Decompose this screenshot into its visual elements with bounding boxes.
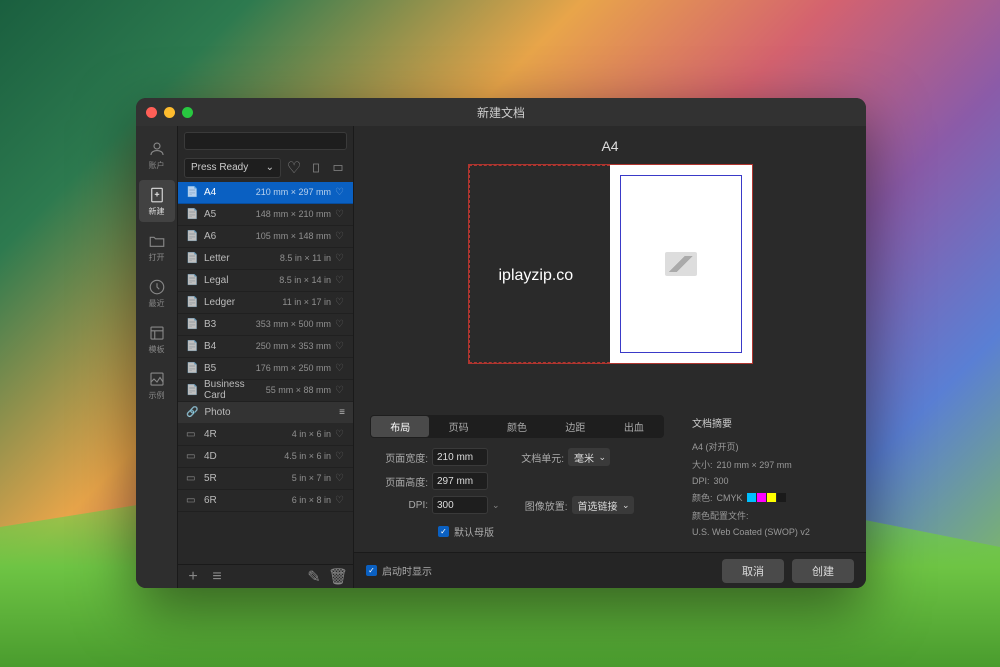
- add-preset-button[interactable]: +: [184, 568, 202, 586]
- preset-footer: + ≡ ✎ 🗑: [178, 564, 353, 588]
- preset-letter[interactable]: 📄Letter8.5 in × 11 in♡: [178, 248, 353, 270]
- main-area: A4 iplayzip.co 布局 页码 颜色 边距: [354, 126, 866, 588]
- landscape-orientation-button[interactable]: [329, 159, 347, 177]
- nav-account[interactable]: 账户: [139, 134, 175, 176]
- preset-menu-button[interactable]: ≡: [208, 568, 226, 586]
- dpi-input[interactable]: [432, 496, 488, 514]
- placement-select[interactable]: 首选链接: [572, 496, 634, 514]
- preset-b5[interactable]: 📄B5176 mm × 250 mm♡: [178, 358, 353, 380]
- preset-a5[interactable]: 📄A5148 mm × 210 mm♡: [178, 204, 353, 226]
- summary-dpi: DPI:300: [692, 476, 850, 486]
- portrait-orientation-button[interactable]: [307, 159, 325, 177]
- preset-search-input[interactable]: [184, 132, 347, 150]
- menu-icon: ≡: [339, 407, 345, 418]
- create-button[interactable]: 创建: [792, 559, 854, 583]
- preview-title: A4: [601, 138, 618, 154]
- nav-samples[interactable]: 示例: [139, 364, 175, 406]
- preset-a4[interactable]: 📄A4210 mm × 297 mm♡: [178, 182, 353, 204]
- new-doc-icon: [148, 186, 166, 204]
- summary-profile-label: 颜色配置文件:: [692, 509, 850, 522]
- default-master-checkbox[interactable]: ✓默认母版: [438, 524, 664, 539]
- summary-size: 大小:210 mm × 297 mm: [692, 458, 850, 471]
- tab-margins[interactable]: 边距: [546, 416, 604, 437]
- settings-tabs: 布局 页码 颜色 边距 出血: [370, 415, 664, 438]
- nav-templates[interactable]: 模板: [139, 318, 175, 360]
- spread-right-page: [610, 165, 752, 363]
- nav-open[interactable]: 打开: [139, 226, 175, 268]
- rename-preset-button[interactable]: ✎: [305, 568, 323, 586]
- nav-new[interactable]: 新建: [139, 180, 175, 222]
- clock-icon: [148, 278, 166, 296]
- preset-list: 📄A4210 mm × 297 mm♡ 📄A5148 mm × 210 mm♡ …: [178, 182, 353, 565]
- preset-legal[interactable]: 📄Legal8.5 in × 14 in♡: [178, 270, 353, 292]
- delete-preset-button[interactable]: 🗑: [329, 568, 347, 586]
- maximize-window-button[interactable]: [182, 107, 193, 118]
- watermark-text: iplayzip.co: [499, 267, 574, 285]
- preset-ledger[interactable]: 📄Ledger11 in × 17 in♡: [178, 292, 353, 314]
- tab-bleed[interactable]: 出血: [605, 416, 663, 437]
- height-input[interactable]: [432, 472, 488, 490]
- tab-color[interactable]: 颜色: [488, 416, 546, 437]
- summary-panel: 文档摘要 A4 (对开页) 大小:210 mm × 297 mm DPI:300…: [680, 415, 850, 542]
- preset-4r[interactable]: ▭4R4 in × 6 in♡: [178, 424, 353, 446]
- width-label: 页面宽度:: [380, 450, 428, 465]
- dpi-label: DPI:: [380, 500, 428, 511]
- preset-5r[interactable]: ▭5R5 in × 7 in♡: [178, 468, 353, 490]
- summary-title: 文档摘要: [692, 415, 850, 430]
- bottom-bar: ✓启动时显示 取消 创建: [354, 552, 866, 588]
- image-icon: [148, 370, 166, 388]
- nav-sidebar: 账户 新建 打开 最近 模板 示例: [136, 126, 178, 588]
- preset-business-card[interactable]: 📄Business Card55 mm × 88 mm♡: [178, 380, 353, 402]
- placeholder-image-icon: [665, 252, 697, 276]
- window-title: 新建文档: [477, 104, 525, 121]
- summary-profile-value: U.S. Web Coated (SWOP) v2: [692, 527, 850, 537]
- template-icon: [148, 324, 166, 342]
- show-on-startup-checkbox[interactable]: ✓启动时显示: [366, 563, 432, 578]
- favorite-filter-button[interactable]: ♡: [285, 159, 303, 177]
- preset-b3[interactable]: 📄B3353 mm × 500 mm♡: [178, 314, 353, 336]
- minimize-window-button[interactable]: [164, 107, 175, 118]
- spread-left-page: [469, 165, 611, 363]
- preset-6r[interactable]: ▭6R6 in × 8 in♡: [178, 490, 353, 512]
- cancel-button[interactable]: 取消: [722, 559, 784, 583]
- height-label: 页面高度:: [380, 474, 428, 489]
- preview-canvas: iplayzip.co: [468, 164, 753, 364]
- summary-color: 颜色:CMYK: [692, 491, 850, 504]
- summary-preset: A4 (对开页): [692, 440, 850, 453]
- presets-panel: Press Ready⌄ ♡ 📄A4210 mm × 297 mm♡ 📄A514…: [178, 126, 354, 588]
- width-input[interactable]: [432, 448, 488, 466]
- close-window-button[interactable]: [146, 107, 157, 118]
- preview-section: A4 iplayzip.co: [354, 126, 866, 409]
- unit-label: 文档单元:: [516, 450, 564, 465]
- placement-label: 图像放置:: [520, 498, 568, 513]
- titlebar: 新建文档: [136, 98, 866, 126]
- preset-category-photo[interactable]: 🔗Photo≡: [178, 402, 353, 424]
- preset-category-select[interactable]: Press Ready⌄: [184, 158, 281, 178]
- preset-b4[interactable]: 📄B4250 mm × 353 mm♡: [178, 336, 353, 358]
- preset-4d[interactable]: ▭4D4.5 in × 6 in♡: [178, 446, 353, 468]
- new-document-window: 新建文档 账户 新建 打开 最近 模板: [136, 98, 866, 588]
- preset-a6[interactable]: 📄A6105 mm × 148 mm♡: [178, 226, 353, 248]
- nav-recent[interactable]: 最近: [139, 272, 175, 314]
- settings-form: 布局 页码 颜色 边距 出血 页面宽度: 文档单元: 毫米 页面高度:: [370, 415, 664, 542]
- folder-icon: [148, 232, 166, 250]
- cmyk-swatches: [747, 493, 786, 502]
- user-icon: [148, 140, 166, 158]
- tab-layout[interactable]: 布局: [371, 416, 429, 437]
- tab-pages[interactable]: 页码: [429, 416, 487, 437]
- unit-select[interactable]: 毫米: [568, 448, 610, 466]
